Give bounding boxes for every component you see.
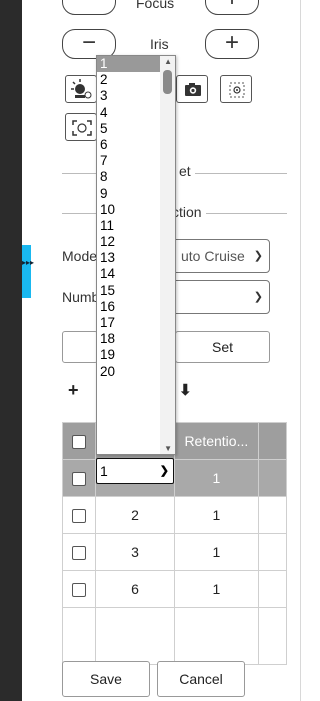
mode-select-value: uto Cruise (181, 248, 245, 264)
row-checkbox[interactable] (72, 583, 87, 598)
row-checkbox[interactable] (72, 509, 87, 524)
select-all-checkbox[interactable] (72, 435, 87, 450)
row-id-cell: 2 (95, 496, 175, 534)
add-icon[interactable]: + (68, 380, 79, 401)
backlight-icon (71, 79, 92, 99)
row-extra-cell (257, 496, 288, 534)
table-row[interactable]: 2 1 (61, 496, 288, 534)
download-icon[interactable]: ⬇ (179, 381, 192, 399)
table-row[interactable]: 6 1 (61, 570, 288, 608)
focus-area-icon (229, 82, 245, 98)
row-extra-cell (257, 533, 288, 571)
row-checkbox[interactable] (72, 472, 87, 487)
focus-frame-icon (72, 120, 92, 136)
chevron-down-icon: ❯ (253, 291, 263, 303)
row-extra-cell (257, 459, 288, 497)
camera-snapshot-icon (185, 83, 201, 96)
save-button[interactable]: Save (62, 661, 150, 697)
focus-frame-button[interactable] (65, 113, 97, 141)
focus-label: Focus (136, 0, 175, 11)
row-id-cell: 6 (95, 570, 175, 608)
table-row[interactable]: 3 1 (61, 533, 288, 571)
cancel-button[interactable]: Cancel (157, 661, 245, 697)
header-extra-cell (257, 422, 288, 460)
header-retention-cell: Retentio... (173, 422, 259, 460)
iris-plus-button[interactable]: + (205, 29, 259, 59)
header-checkbox-cell[interactable] (61, 422, 97, 460)
table-row-empty (61, 607, 288, 665)
mode-label: Mode (62, 248, 98, 264)
preset-id-dropdown-list[interactable]: 1 2 3 4 5 6 7 8 9 10 11 12 13 14 15 16 1… (96, 55, 176, 455)
left-dark-bar (0, 0, 22, 701)
scrollbar-thumb[interactable] (163, 70, 172, 94)
set-button[interactable]: Set (175, 331, 270, 363)
row-retention-cell: 1 (173, 496, 259, 534)
row-extra-cell (257, 570, 288, 608)
row-id-cell: 3 (95, 533, 175, 571)
scroll-down-arrow-icon[interactable]: ▼ (164, 444, 172, 453)
number-select[interactable]: ❯ (172, 280, 270, 314)
right-border-line (300, 0, 301, 701)
sidebar-toggle-tab[interactable]: ▸▸▸ (22, 245, 34, 298)
row-retention-cell: 1 (173, 459, 259, 497)
chevron-down-icon: ❯ (159, 465, 169, 477)
row-retention-cell: 1 (173, 570, 259, 608)
focus-minus-button[interactable]: − (62, 0, 116, 15)
backlight-button[interactable] (65, 75, 97, 103)
mode-select[interactable]: uto Cruise ❯ (172, 239, 270, 273)
iris-label: Iris (150, 36, 169, 52)
scroll-up-arrow-icon[interactable]: ▲ (164, 57, 172, 66)
row-checkbox[interactable] (72, 546, 87, 561)
focus-area-button[interactable] (220, 75, 252, 103)
preset-id-select[interactable]: 1 ❯ (96, 458, 174, 484)
row-checkbox-cell[interactable] (61, 459, 97, 497)
preset-section-title: et (175, 163, 195, 179)
focus-plus-button[interactable]: + (205, 0, 259, 15)
dropdown-scrollbar[interactable]: ▲ ▼ (160, 56, 175, 454)
number-label: Numb (62, 289, 100, 305)
chevron-down-icon: ❯ (253, 250, 263, 262)
clear-button[interactable] (62, 331, 98, 363)
preset-id-select-value: 1 (100, 463, 108, 479)
row-retention-cell: 1 (173, 533, 259, 571)
snapshot-button[interactable] (176, 75, 208, 103)
